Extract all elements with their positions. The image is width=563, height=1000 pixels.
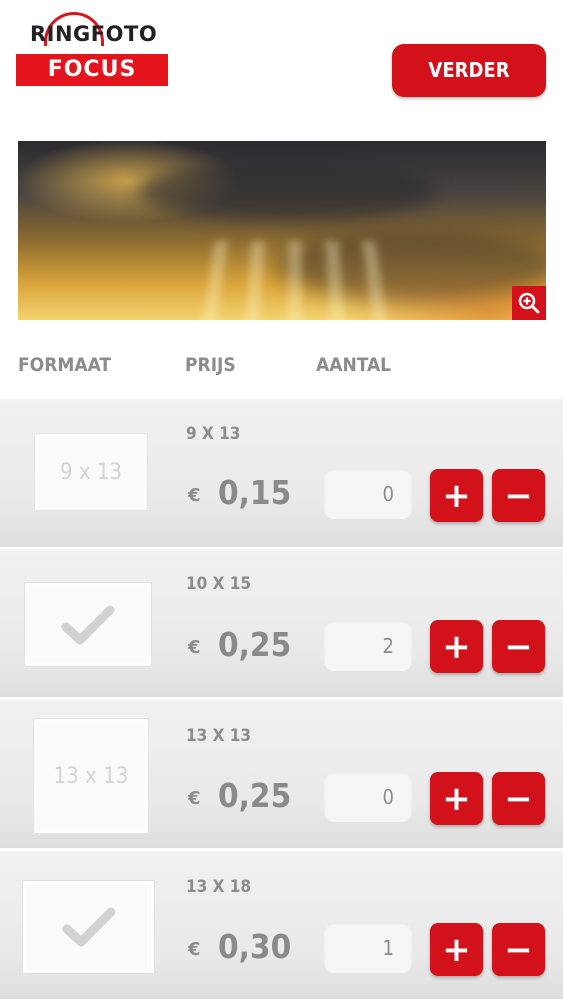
increment-button[interactable]: + — [430, 620, 483, 673]
quantity-field[interactable]: 1 — [324, 923, 412, 973]
increment-button[interactable]: + — [430, 923, 483, 976]
price-value: 0,25 — [218, 776, 292, 815]
size-label: 10 X 15 — [186, 574, 252, 594]
size-label: 13 X 13 — [186, 726, 252, 746]
column-header-quantity: AANTAL — [316, 354, 392, 376]
decrement-button[interactable]: − — [492, 923, 545, 976]
price-value: 0,15 — [218, 473, 292, 512]
plus-icon: + — [442, 475, 471, 516]
quantity-field[interactable]: 0 — [324, 772, 412, 822]
photo-preview — [18, 141, 546, 320]
plus-icon: + — [442, 778, 471, 819]
thumbnail-label: 13 x 13 — [53, 763, 129, 789]
increment-button[interactable]: + — [430, 469, 483, 522]
column-header-price: PRIJS — [185, 354, 236, 376]
logo-focus-banner: FOCUS — [16, 54, 168, 86]
minus-icon: − — [504, 475, 533, 516]
currency-symbol: € — [188, 939, 201, 960]
plus-icon: + — [442, 626, 471, 667]
ringfoto-focus-logo: RINGFOTO FOCUS — [16, 12, 168, 88]
logo-wordmark: RINGFOTO — [30, 22, 158, 46]
format-thumbnail[interactable]: 13 x 13 — [34, 719, 148, 833]
thumbnail-label: 9 x 13 — [59, 459, 123, 485]
format-row: 10 X 15 € 0,25 2 + − — [0, 548, 563, 697]
format-row: 13 x 13 13 X 13 € 0,25 0 + − — [0, 699, 563, 848]
quantity-field[interactable]: 0 — [324, 469, 412, 519]
zoom-button[interactable] — [512, 286, 546, 320]
decrement-button[interactable]: − — [492, 469, 545, 522]
header: RINGFOTO FOCUS VERDER — [0, 0, 563, 130]
column-header-format: FORMAAT — [18, 354, 112, 376]
size-label: 9 X 13 — [186, 424, 241, 444]
format-row: 9 x 13 9 X 13 € 0,15 0 + − — [0, 398, 563, 547]
price-value: 0,25 — [218, 625, 292, 664]
format-row: 13 X 18 € 0,30 1 + − — [0, 850, 563, 999]
format-thumbnail[interactable] — [23, 881, 154, 973]
increment-button[interactable]: + — [430, 772, 483, 825]
minus-icon: − — [504, 929, 533, 970]
plus-icon: + — [442, 929, 471, 970]
format-thumbnail[interactable] — [25, 583, 151, 666]
decrement-button[interactable]: − — [492, 772, 545, 825]
format-thumbnail[interactable]: 9 x 13 — [35, 434, 147, 510]
minus-icon: − — [504, 778, 533, 819]
decrement-button[interactable]: − — [492, 620, 545, 673]
currency-symbol: € — [188, 788, 201, 809]
zoom-in-icon — [518, 292, 540, 314]
currency-symbol: € — [188, 637, 201, 658]
quantity-field[interactable]: 2 — [324, 621, 412, 671]
checkmark-icon — [61, 605, 115, 644]
checkmark-icon — [62, 907, 115, 947]
size-label: 13 X 18 — [186, 877, 252, 897]
currency-symbol: € — [188, 485, 201, 506]
minus-icon: − — [504, 626, 533, 667]
price-value: 0,30 — [218, 927, 292, 966]
verder-button[interactable]: VERDER — [392, 44, 546, 97]
